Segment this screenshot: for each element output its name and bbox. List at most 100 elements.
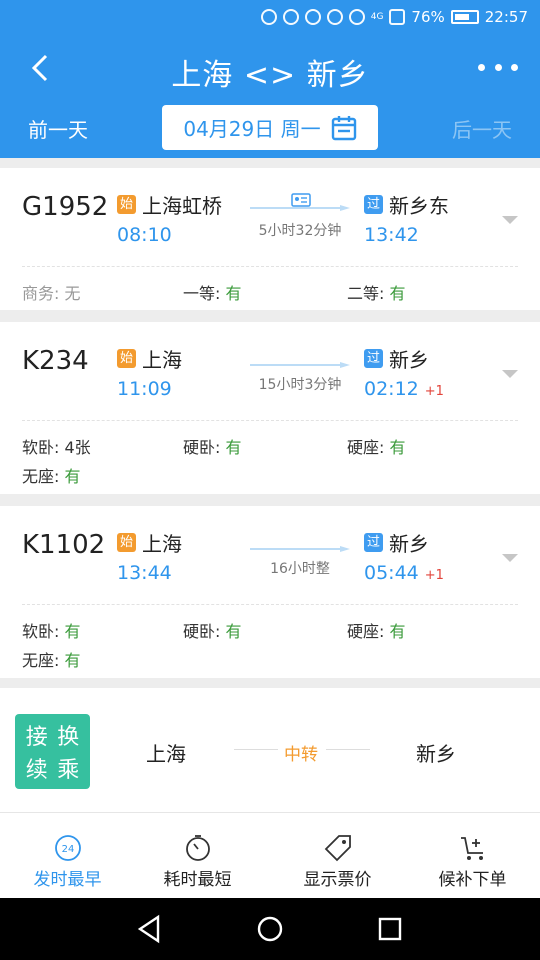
- start-station-tag: 始: [117, 349, 136, 368]
- clock-24-icon: 24: [54, 835, 81, 861]
- departure-time: 13:44: [117, 562, 172, 584]
- seat-class-label: 一等:: [183, 284, 226, 303]
- seat-class-label: 硬卧:: [183, 622, 226, 641]
- start-station-tag: 始: [117, 533, 136, 552]
- eye-icon: [326, 9, 343, 25]
- seat-class-value: 有: [64, 651, 81, 670]
- transfer-badge: 接 换 续 乘: [15, 714, 90, 789]
- seat-availability: 无座: 有: [22, 463, 81, 487]
- system-navigation-bar: [0, 898, 540, 960]
- arrival-station-name: 新乡: [389, 348, 429, 372]
- battery-percent: 76%: [411, 8, 445, 26]
- next-day-button[interactable]: 后一天: [452, 114, 512, 143]
- transfer-badge-char: 接: [25, 724, 48, 750]
- status-icons: 4G 76% 22:57: [260, 8, 528, 26]
- nav-back-icon[interactable]: [134, 913, 166, 945]
- arrival-time: 02:12 +1: [364, 378, 444, 400]
- more-dot-icon: [494, 63, 502, 71]
- date-picker-button[interactable]: 04月29日 周一: [162, 105, 378, 150]
- status-bar: 4G 76% 22:57: [0, 0, 540, 36]
- more-dot-icon: [511, 63, 518, 71]
- bottom-sort-bar: 24 发时最早 耗时最短 显示票价 候补下单: [0, 812, 540, 898]
- arrival-station: 过 新乡: [364, 344, 429, 373]
- nav-recents-icon[interactable]: [374, 913, 406, 945]
- cart-add-icon: [460, 837, 483, 860]
- expand-down-icon[interactable]: [500, 552, 520, 564]
- clock-badge-text: 24: [61, 844, 74, 855]
- route-arrow-icon: [250, 362, 350, 368]
- more-dot-icon: [478, 63, 485, 71]
- seat-class-label: 硬座:: [347, 622, 390, 641]
- arrival-station: 过 新乡: [364, 528, 429, 557]
- pass-station-tag: 过: [364, 349, 383, 368]
- seat-availability: 软卧: 有: [22, 618, 81, 642]
- expand-down-icon[interactable]: [500, 368, 520, 380]
- transfer-line-right: [326, 749, 370, 750]
- train-card[interactable]: K1102 始 上海 13:44 16小时整 过 新乡 05:44 +1 软卧: …: [0, 506, 540, 678]
- train-number: K234: [22, 346, 89, 376]
- tab-label: 耗时最短: [163, 870, 232, 890]
- card-divider: [22, 266, 518, 267]
- signal-icon: [389, 9, 406, 25]
- seat-class-value: 有: [389, 284, 406, 303]
- arrival-station-name: 新乡东: [389, 194, 449, 218]
- tab-earliest-departure[interactable]: 24 发时最早: [0, 813, 135, 899]
- transfer-middle-label: 中转: [284, 745, 318, 765]
- arrival-station-name: 新乡: [389, 532, 429, 556]
- travel-duration: 5小时32分钟: [258, 223, 342, 239]
- transfer-badge-char: 换: [57, 724, 80, 750]
- arrival-time-value: 13:42: [364, 224, 419, 246]
- prev-day-button[interactable]: 前一天: [28, 114, 88, 143]
- seat-class-label: 软卧:: [22, 438, 65, 457]
- card-divider: [22, 604, 518, 605]
- arrival-time: 05:44 +1: [364, 562, 444, 584]
- card-divider: [22, 420, 518, 421]
- arrival-station: 过 新乡东: [364, 190, 449, 219]
- seat-availability: 硬座: 有: [347, 618, 406, 642]
- seat-availability: 硬座: 有: [347, 434, 406, 458]
- seat-class-value: 有: [389, 438, 406, 457]
- seat-availability: 无座: 有: [22, 647, 81, 671]
- route-arrow-icon: [250, 205, 350, 211]
- tab-label: 显示票价: [303, 870, 372, 890]
- tab-show-price[interactable]: 显示票价: [270, 813, 405, 899]
- seat-class-value: 有: [225, 622, 242, 641]
- train-number: G1952: [22, 192, 109, 222]
- transfer-badge-char: 乘: [57, 758, 80, 784]
- train-card[interactable]: G1952 始 上海虹桥 08:10 5小时32分钟 过 新乡东 13:42 商…: [0, 168, 540, 310]
- travel-duration: 15小时3分钟: [258, 377, 342, 393]
- seat-class-value: 有: [64, 467, 81, 486]
- timer-icon: [185, 835, 210, 861]
- nav-home-icon[interactable]: [254, 913, 286, 945]
- seat-class-label: 无座:: [22, 651, 65, 670]
- more-options-button[interactable]: [478, 54, 518, 80]
- train-card[interactable]: K234 始 上海 11:09 15小时3分钟 过 新乡 02:12 +1 软卧:…: [0, 322, 540, 494]
- arrival-time: 13:42: [364, 224, 425, 246]
- departure-time: 11:09: [117, 378, 172, 400]
- pass-station-tag: 过: [364, 195, 383, 214]
- network-type: 4G: [370, 12, 384, 22]
- seat-availability: 一等: 有: [183, 280, 242, 304]
- seat-class-value: 有: [225, 284, 242, 303]
- seat-class-label: 无座:: [22, 467, 65, 486]
- transfer-option[interactable]: 接 换 续 乘 上海 中转 新乡: [0, 688, 540, 812]
- wifi-icon: [348, 9, 365, 25]
- top-header: 上海 <> 新乡 前一天 04月29日 周一 后一天: [0, 36, 540, 158]
- train-number: K1102: [22, 530, 106, 560]
- seat-class-value: 有: [64, 622, 81, 641]
- seat-availability: 商务: 无: [22, 280, 81, 304]
- tab-shortest-duration[interactable]: 耗时最短: [130, 813, 265, 899]
- expand-down-icon[interactable]: [500, 214, 520, 226]
- route-arrow-icon: [250, 546, 350, 552]
- departure-station-name: 上海: [142, 348, 182, 372]
- price-tag-icon: [324, 835, 351, 862]
- seat-availability: 软卧: 4张: [22, 434, 91, 458]
- headset-icon: [260, 9, 277, 25]
- alarm-icon: [304, 9, 321, 25]
- clock-time: 22:57: [484, 8, 528, 26]
- transfer-badge-char: 续: [25, 758, 48, 784]
- transfer-line-left: [234, 749, 278, 750]
- start-station-tag: 始: [117, 195, 136, 214]
- tab-waitlist-order[interactable]: 候补下单: [405, 813, 540, 899]
- departure-station: 始 上海: [117, 344, 182, 373]
